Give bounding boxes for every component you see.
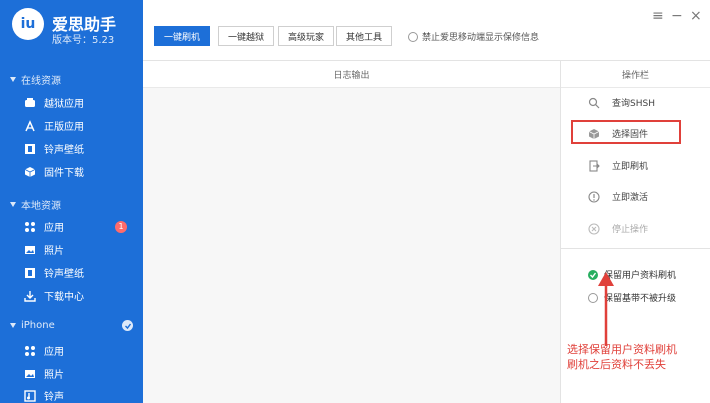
annotation-line-2: 刷机之后资料不丢失 <box>567 358 666 371</box>
disable-warranty-option[interactable]: 禁止爱思移动端显示保修信息 <box>408 30 539 43</box>
disable-warranty-label: 禁止爱思移动端显示保修信息 <box>422 33 540 43</box>
caret-down-icon <box>10 202 16 207</box>
panel-divider <box>560 60 561 403</box>
sidebar-item-local-photos[interactable]: 照片 <box>24 242 64 257</box>
sidebar-item-label: 照片 <box>44 246 64 257</box>
tab-one-click-flash[interactable]: 一键刷机 <box>154 26 210 46</box>
sidebar-item-label: 铃声 <box>44 392 64 403</box>
sidebar-item-iphone-apps[interactable]: 应用 <box>24 343 64 358</box>
ops-options-divider <box>561 248 710 249</box>
sidebar-item-iphone-ringtones[interactable]: 铃声 <box>24 388 64 403</box>
section-iphone[interactable]: iPhone <box>10 320 133 331</box>
operations-header: 操作栏 <box>621 70 649 81</box>
section-local-label: 本地资源 <box>21 201 61 212</box>
activate-now-button[interactable]: 立即激活 <box>588 190 648 203</box>
tab-advanced-player[interactable]: 高级玩家 <box>278 26 334 46</box>
sidebar: iu 爱思助手 版本号：5.23 在线资源 越狱应用 正版应用 铃声壁纸 固件下… <box>0 0 143 403</box>
sidebar-item-label: 越狱应用 <box>44 99 84 110</box>
log-output-area <box>143 88 560 403</box>
sidebar-item-label: 铃声壁纸 <box>44 145 84 156</box>
top-toolbar: 一键刷机 一键越狱 高级玩家 其他工具 禁止爱思移动端显示保修信息 ≡ − × <box>143 0 710 61</box>
section-online[interactable]: 在线资源 <box>10 72 61 87</box>
sidebar-item-label: 照片 <box>44 370 64 381</box>
select-firmware-highlight <box>571 120 681 144</box>
query-shsh-label: 查询SHSH <box>612 99 655 109</box>
download-icon <box>24 290 36 302</box>
sidebar-item-download-center[interactable]: 下载中心 <box>24 288 84 303</box>
minimize-icon[interactable]: − <box>671 8 683 24</box>
caret-down-icon <box>10 323 16 328</box>
film-icon <box>24 267 36 279</box>
sidebar-item-official-apps[interactable]: 正版应用 <box>24 118 84 133</box>
cube-icon <box>24 166 36 178</box>
section-iphone-label: iPhone <box>21 320 55 331</box>
ringtone-icon <box>24 389 36 402</box>
annotation-line-1: 选择保留用户资料刷机 <box>567 343 677 356</box>
search-icon <box>588 97 600 109</box>
stop-operation-label: 停止操作 <box>612 225 649 235</box>
tab-other-tools[interactable]: 其他工具 <box>336 26 392 46</box>
annotation-arrow <box>598 272 614 346</box>
annotation-text: 选择保留用户资料刷机 刷机之后资料不丢失 <box>567 342 697 372</box>
flash-now-label: 立即刷机 <box>612 162 649 172</box>
sidebar-item-ringtone-wallpaper[interactable]: 铃声壁纸 <box>24 141 84 156</box>
menu-icon[interactable]: ≡ <box>652 8 664 24</box>
flash-icon <box>588 159 600 172</box>
sidebar-item-label: 应用 <box>44 223 64 234</box>
box-icon <box>24 97 36 109</box>
radio-button[interactable] <box>408 31 418 42</box>
sidebar-item-iphone-photos[interactable]: 照片 <box>24 366 64 381</box>
stop-icon <box>588 222 600 235</box>
sidebar-item-jailbreak-apps[interactable]: 越狱应用 <box>24 95 84 110</box>
photo-icon <box>24 244 36 256</box>
activate-now-label: 立即激活 <box>612 193 649 203</box>
sidebar-item-label: 铃声壁纸 <box>44 269 84 280</box>
apps-icon <box>24 221 36 233</box>
sidebar-item-label: 正版应用 <box>44 122 84 133</box>
app-logo: iu <box>12 8 44 40</box>
app-version: 版本号：5.23 <box>52 35 115 46</box>
app-store-icon <box>24 119 36 132</box>
apps-icon <box>24 345 36 357</box>
query-shsh-button[interactable]: 查询SHSH <box>588 96 655 109</box>
sidebar-item-label: 应用 <box>44 347 64 358</box>
stop-operation-button[interactable]: 停止操作 <box>588 222 648 235</box>
section-online-label: 在线资源 <box>21 76 61 87</box>
caret-down-icon <box>10 77 16 82</box>
sidebar-item-local-ringtones[interactable]: 铃声壁纸 <box>24 265 84 280</box>
sidebar-item-local-apps[interactable]: 应用 1 <box>24 219 143 234</box>
logo-mark: iu <box>20 16 36 32</box>
flash-now-button[interactable]: 立即刷机 <box>588 159 648 172</box>
log-output-header: 日志输出 <box>333 70 370 81</box>
notification-badge: 1 <box>115 220 127 233</box>
photo-icon <box>24 368 36 380</box>
section-local[interactable]: 本地资源 <box>10 197 61 212</box>
info-icon <box>588 190 600 203</box>
connected-check-icon <box>122 320 133 331</box>
sidebar-item-label: 固件下载 <box>44 168 84 179</box>
sidebar-item-label: 下载中心 <box>44 292 84 303</box>
sidebar-item-firmware-download[interactable]: 固件下载 <box>24 164 84 179</box>
tab-one-click-jailbreak[interactable]: 一键越狱 <box>218 26 274 46</box>
film-icon <box>24 143 36 155</box>
close-icon[interactable]: × <box>690 8 702 24</box>
